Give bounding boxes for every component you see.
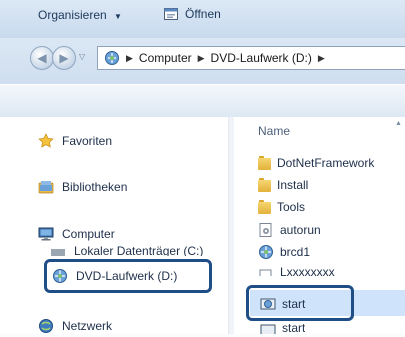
list-item[interactable]: autorun [258,222,321,238]
app-icon [258,244,274,260]
folder-icon [258,200,271,214]
list-item-selected[interactable]: start [260,296,305,312]
nav-label-computer: Computer [62,227,115,241]
list-item[interactable]: Install [258,178,308,192]
address-bar[interactable]: ▶ Computer ▶ DVD-Laufwerk (D:) ▶ [97,46,405,70]
file-name: brcd1 [280,245,311,259]
organize-label: Organisieren [38,8,107,22]
back-arrow-icon: ◀ [37,51,47,65]
file-name: Lxxxxxxxx [280,267,335,276]
nav-item-network[interactable]: Netzwerk [38,318,112,334]
app-icon [260,322,276,334]
libraries-icon [38,179,54,195]
dropdown-arrow-icon: ▼ [114,12,122,21]
forward-button[interactable]: ▶ [52,46,76,70]
app-icon [260,296,276,312]
computer-icon [38,226,54,242]
star-icon [38,133,54,149]
settings-file-icon [258,222,274,238]
command-toolbar [0,84,405,118]
nav-label-dvd-drive: DVD-Laufwerk (D:) [76,269,178,283]
file-name: DotNetFramework [277,156,375,170]
back-button[interactable]: ◀ [30,46,54,70]
nav-item-favorites[interactable]: Favoriten [38,133,112,149]
breadcrumb-separator-icon[interactable]: ▶ [198,53,205,64]
folder-icon [258,178,271,192]
column-header-name[interactable]: Name [258,124,290,138]
list-item[interactable]: start [260,322,305,334]
list-item[interactable]: brcd1 [258,244,310,260]
nav-label-libraries: Bibliotheken [62,180,128,194]
file-name: start [282,322,306,334]
hard-drive-icon [50,246,66,256]
nav-item-dvd-drive[interactable]: DVD-Laufwerk (D:) [52,268,177,284]
list-item[interactable]: Tools [258,200,305,214]
list-item[interactable]: Lxxxxxxxx [258,267,335,276]
organize-menu-button[interactable]: Organisieren ▼ [38,8,122,22]
computer-location-icon [104,50,120,66]
file-name: autorun [280,223,321,237]
file-name: Tools [277,200,306,214]
breadcrumb-separator-icon[interactable]: ▶ [126,53,133,64]
breadcrumb-separator-icon[interactable]: ▶ [318,53,325,64]
file-name: start [282,297,306,311]
nav-item-computer[interactable]: Computer [38,226,115,242]
open-button[interactable]: Öffnen [163,6,221,22]
breadcrumb-dvd-drive[interactable]: DVD-Laufwerk (D:) [211,51,312,65]
open-window-icon [163,6,179,22]
nav-label-favorites: Favoriten [62,134,113,148]
nav-label-local-disk: Lokaler Datenträger (C:) [74,246,204,256]
breadcrumb-computer[interactable]: Computer [139,51,192,65]
recent-pages-chevron-icon[interactable]: ▽ [79,52,85,61]
folder-icon [258,156,271,170]
nav-label-network: Netzwerk [62,319,113,333]
file-name: Install [277,178,309,192]
sort-ascending-icon: ▲ [395,120,402,127]
nav-item-libraries[interactable]: Bibliotheken [38,179,127,195]
open-label: Öffnen [185,7,221,21]
dvd-drive-icon [52,268,68,284]
list-item[interactable]: DotNetFramework [258,156,374,170]
document-icon [258,267,274,276]
forward-arrow-icon: ▶ [59,51,69,65]
nav-item-local-disk[interactable]: Lokaler Datenträger (C:) [50,246,203,256]
network-icon [38,318,54,334]
